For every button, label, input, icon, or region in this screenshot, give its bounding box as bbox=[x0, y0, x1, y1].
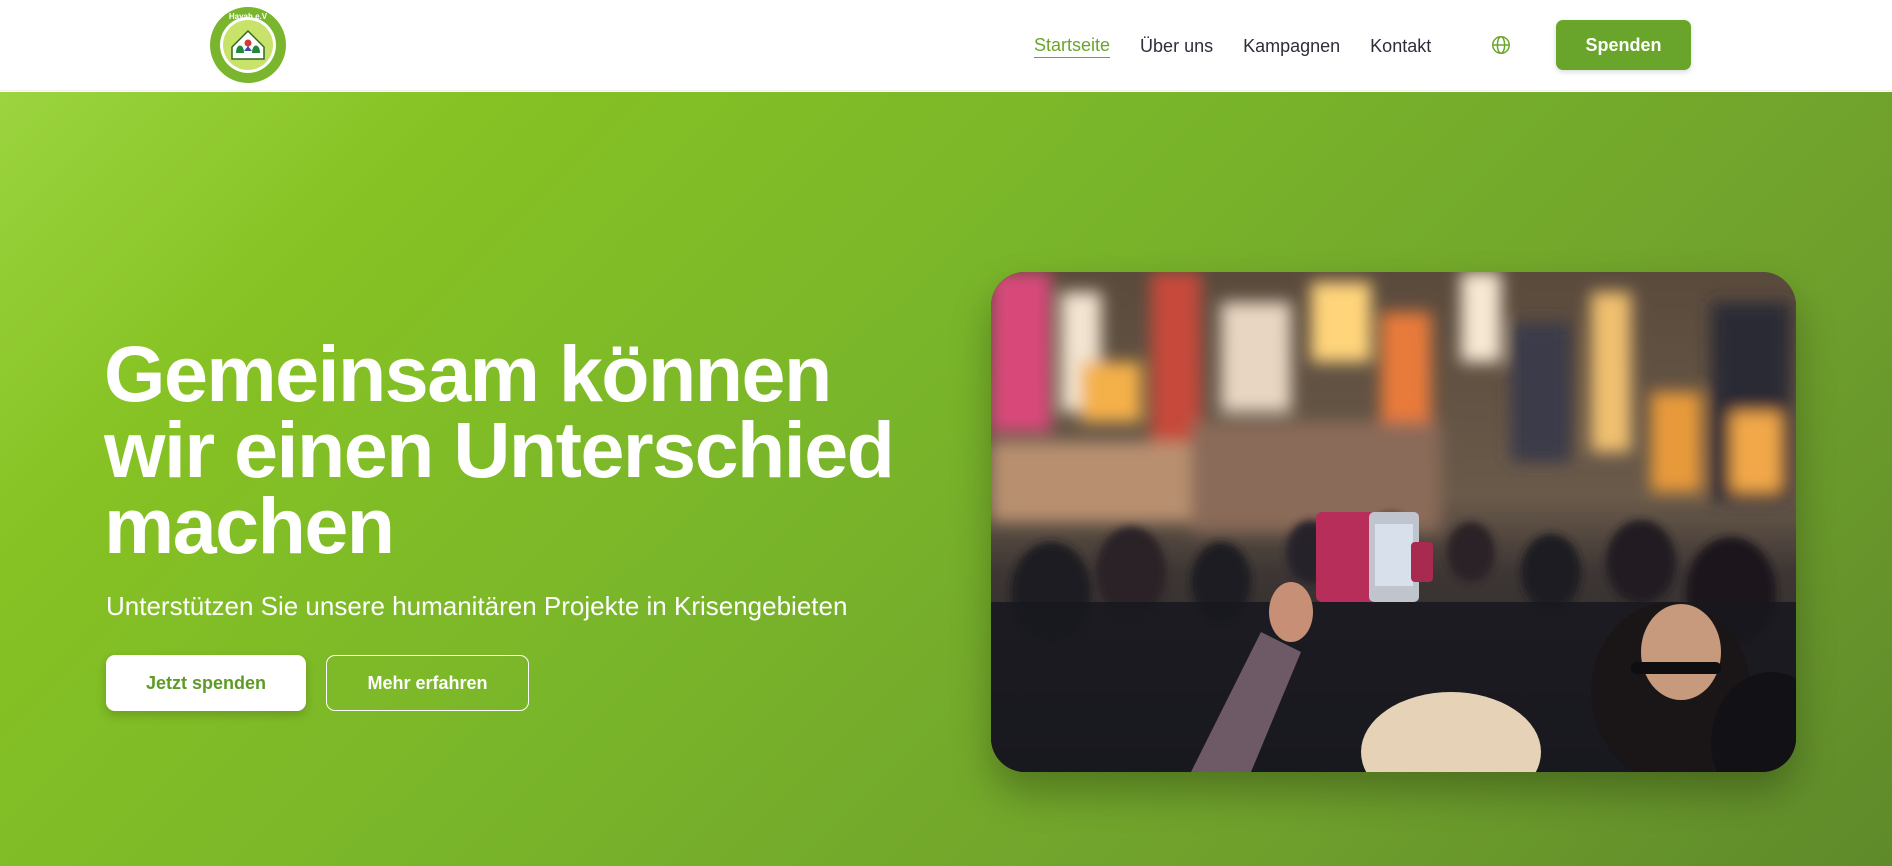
hero-image bbox=[991, 272, 1796, 772]
site-header: Hayah e.V Startseite Über uns Kampagnen … bbox=[0, 0, 1892, 91]
hayah-logo[interactable]: Hayah e.V bbox=[210, 7, 286, 83]
hero-section: Gemeinsam können wir einen Unterschied m… bbox=[0, 92, 1892, 866]
donate-button[interactable]: Spenden bbox=[1556, 20, 1691, 70]
hero-subtitle: Unterstützen Sie unsere humanitären Proj… bbox=[106, 591, 848, 621]
learn-more-button[interactable]: Mehr erfahren bbox=[326, 655, 529, 711]
crowd-street-photo bbox=[991, 272, 1796, 772]
nav-item-startseite[interactable]: Startseite bbox=[1034, 34, 1111, 58]
nav-item-kampagnen[interactable]: Kampagnen bbox=[1243, 35, 1340, 57]
nav-item-ueber-uns[interactable]: Über uns bbox=[1140, 35, 1213, 57]
logo-emblem-icon: Hayah e.V bbox=[211, 8, 285, 82]
nav-item-kontakt[interactable]: Kontakt bbox=[1370, 35, 1431, 57]
hero-title: Gemeinsam können wir einen Unterschied m… bbox=[104, 334, 924, 565]
main-nav: Startseite Über uns Kampagnen Kontakt bbox=[1034, 0, 1461, 91]
donate-now-button[interactable]: Jetzt spenden bbox=[106, 655, 306, 711]
hero-title-line: machen bbox=[104, 481, 395, 570]
globe-icon[interactable] bbox=[1490, 34, 1512, 56]
logo-text-top: Hayah e.V bbox=[229, 12, 268, 21]
